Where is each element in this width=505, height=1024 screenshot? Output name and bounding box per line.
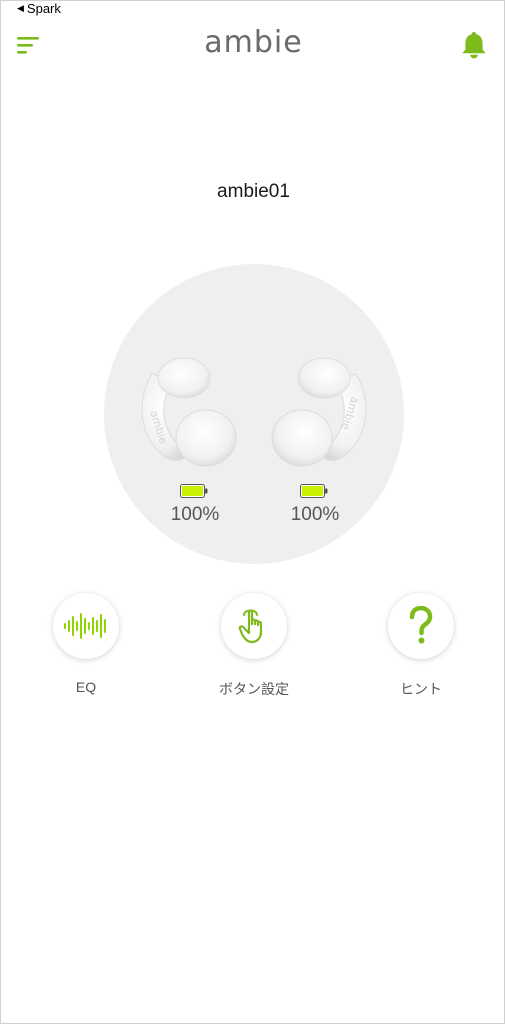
eq-label: EQ bbox=[75, 679, 97, 695]
button-settings-icon-circle[interactable] bbox=[221, 593, 287, 659]
hint-button[interactable]: ヒント bbox=[351, 593, 491, 699]
left-earbud-image: ambie bbox=[141, 357, 237, 467]
device-name: ambie01 bbox=[217, 181, 290, 202]
question-mark-icon bbox=[409, 606, 433, 644]
right-battery-percent: 100% bbox=[290, 504, 340, 525]
back-app-label: Spark bbox=[26, 0, 61, 16]
back-triangle-icon: ◀ bbox=[17, 2, 24, 13]
button-settings-label: ボタン設定 bbox=[219, 681, 289, 697]
device-status-panel: ambie ambie 100% 100% bbox=[104, 264, 404, 564]
hint-label: ヒント bbox=[400, 681, 442, 697]
right-battery-icon bbox=[300, 484, 328, 498]
notifications-button[interactable] bbox=[460, 30, 488, 60]
eq-button[interactable]: EQ bbox=[16, 593, 156, 695]
app-header: ambie bbox=[1, 15, 505, 75]
left-battery-icon bbox=[180, 484, 208, 498]
left-battery-percent: 100% bbox=[170, 504, 220, 525]
button-settings-button[interactable]: ボタン設定 bbox=[184, 593, 324, 699]
tap-hand-icon bbox=[238, 609, 263, 644]
eq-icon-circle[interactable] bbox=[53, 593, 119, 659]
right-earbud-image: ambie bbox=[271, 357, 367, 467]
hint-icon-circle[interactable] bbox=[388, 593, 454, 659]
waveform-icon bbox=[64, 613, 106, 639]
app-logo-title: ambie bbox=[204, 25, 303, 60]
back-to-app[interactable]: ◀ Spark bbox=[17, 0, 61, 16]
bell-icon bbox=[462, 32, 486, 59]
